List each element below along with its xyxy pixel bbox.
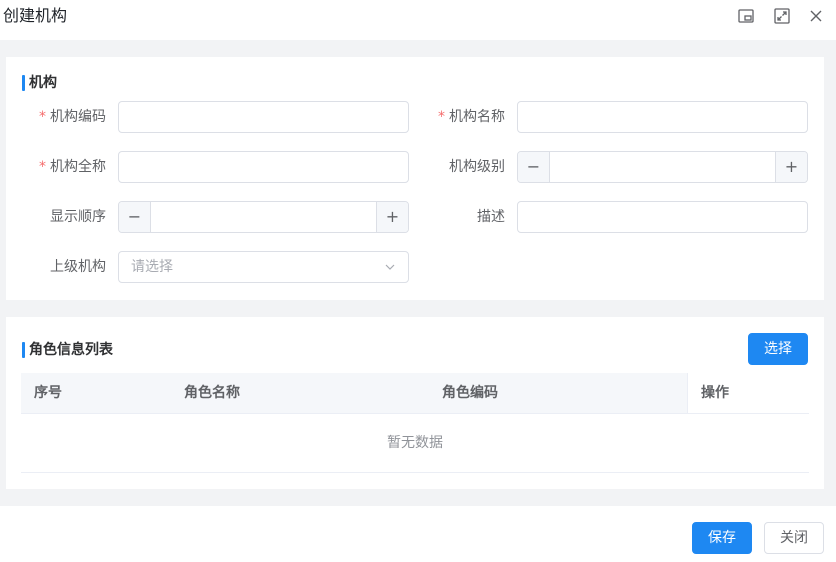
- org-name-input[interactable]: [517, 101, 808, 133]
- table-header: 序号 角色名称 角色编码 操作: [21, 373, 809, 413]
- close-button[interactable]: 关闭: [764, 522, 824, 554]
- column-header-actions-cell: 操作: [687, 373, 809, 413]
- column-header-index: 序号: [34, 385, 62, 401]
- org-full-name-label: * 机构全称: [39, 159, 106, 175]
- org-level-stepper: − +: [517, 151, 808, 183]
- parent-org-placeholder: 请选择: [131, 259, 173, 275]
- org-info-card: 机构 * 机构编码 * 机构名称 * 机构全称 机构级别 − + 显示顺序 − + 描…: [6, 57, 824, 300]
- parent-org-select[interactable]: 请选择: [118, 251, 409, 283]
- org-code-label: * 机构编码: [39, 109, 106, 125]
- org-full-name-input[interactable]: [118, 151, 409, 183]
- org-level-label: 机构级别: [449, 159, 505, 175]
- required-star: *: [438, 109, 445, 125]
- section-title-org: 机构: [22, 74, 57, 92]
- dialog-body: 机构 * 机构编码 * 机构名称 * 机构全称 机构级别 − + 显示顺序 − + 描…: [0, 40, 836, 506]
- fullscreen-icon[interactable]: [772, 6, 792, 26]
- restore-window-icon[interactable]: [736, 6, 756, 26]
- column-header-role-name: 角色名称: [184, 385, 240, 401]
- dialog-header: 创建机构: [0, 0, 836, 40]
- parent-org-label: 上级机构: [50, 259, 106, 275]
- org-level-decrement-button[interactable]: −: [518, 152, 550, 182]
- description-input[interactable]: [517, 201, 808, 233]
- save-button[interactable]: 保存: [692, 522, 752, 554]
- required-star: *: [39, 159, 46, 175]
- display-order-input[interactable]: [152, 202, 375, 232]
- org-name-label: * 机构名称: [438, 109, 505, 125]
- display-order-decrement-button[interactable]: −: [119, 202, 151, 232]
- roles-card: 角色信息列表 选择 序号 角色名称 角色编码 操作 暂无数据: [6, 317, 824, 489]
- chevron-down-icon: [385, 264, 395, 270]
- close-icon[interactable]: [806, 6, 826, 26]
- display-order-increment-button[interactable]: +: [376, 202, 408, 232]
- column-header-actions: 操作: [701, 385, 729, 401]
- org-level-input[interactable]: [551, 152, 774, 182]
- org-level-increment-button[interactable]: +: [775, 152, 807, 182]
- org-code-input[interactable]: [118, 101, 409, 133]
- required-star: *: [39, 109, 46, 125]
- dialog-footer: 保存 关闭: [0, 506, 836, 562]
- dialog-title: 创建机构: [3, 6, 68, 25]
- select-roles-button[interactable]: 选择: [748, 333, 808, 365]
- display-order-label: 显示顺序: [50, 209, 106, 225]
- section-title-roles: 角色信息列表: [22, 341, 113, 359]
- column-header-role-code: 角色编码: [442, 385, 498, 401]
- description-label: 描述: [477, 209, 505, 225]
- roles-table: 序号 角色名称 角色编码 操作 暂无数据: [21, 373, 809, 473]
- display-order-stepper: − +: [118, 201, 409, 233]
- table-empty-text: 暂无数据: [21, 413, 809, 473]
